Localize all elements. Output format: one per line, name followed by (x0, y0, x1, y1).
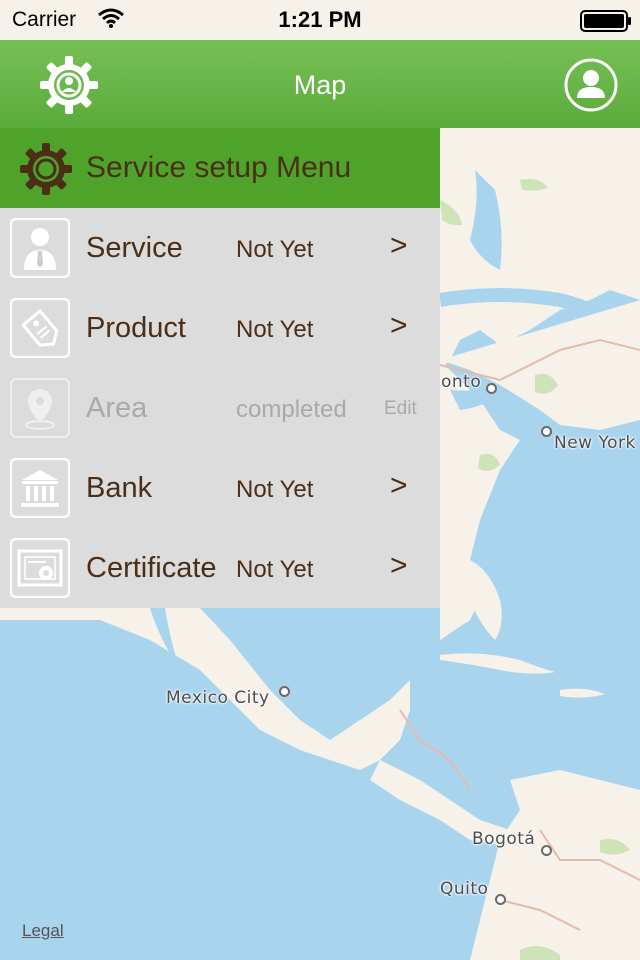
city-marker-new-york[interactable] (541, 426, 552, 437)
chevron-right-icon: > (390, 229, 408, 262)
tag-icon (10, 298, 70, 358)
menu-row-service[interactable]: Service Not Yet > (0, 208, 440, 288)
location-pin-icon (10, 378, 70, 438)
chevron-right-icon: > (390, 549, 408, 582)
city-label-toronto: onto (441, 372, 482, 392)
service-setup-menu: Service setup Menu Service Not Yet > Pro… (0, 128, 440, 608)
city-label-bogota: Bogotá (472, 829, 536, 849)
city-marker-mexico-city[interactable] (279, 686, 290, 697)
row-status: Not Yet (236, 316, 314, 343)
row-label: Certificate (86, 552, 217, 584)
edit-button[interactable]: Edit (384, 398, 417, 420)
city-label-mexico-city: Mexico City (166, 688, 270, 708)
menu-row-bank[interactable]: Bank Not Yet > (0, 448, 440, 528)
legal-link[interactable]: Legal (22, 921, 64, 941)
row-status: Not Yet (236, 236, 314, 263)
battery-icon (580, 10, 631, 32)
city-marker-quito[interactable] (495, 894, 506, 905)
row-label: Product (86, 312, 186, 344)
menu-row-area[interactable]: Area completed Edit (0, 368, 440, 448)
chevron-right-icon: > (390, 309, 408, 342)
menu-row-certificate[interactable]: Certificate Not Yet > (0, 528, 440, 608)
certificate-icon (10, 538, 70, 598)
chevron-right-icon: > (390, 469, 408, 502)
row-label: Bank (86, 472, 153, 504)
row-status: Not Yet (236, 476, 314, 503)
menu-header: Service setup Menu (0, 128, 440, 208)
row-label: Service (86, 232, 183, 264)
status-bar: Carrier 1:21 PM (0, 0, 640, 40)
city-label-new-york: New York (554, 433, 636, 453)
city-label-quito: Quito (440, 879, 489, 899)
menu-header-title: Service setup Menu (86, 151, 352, 184)
nav-bar: Map (0, 40, 640, 128)
gear-icon (20, 143, 72, 195)
row-status: Not Yet (236, 556, 314, 583)
city-marker-bogota[interactable] (541, 845, 552, 856)
user-profile-icon (564, 58, 618, 112)
profile-button[interactable] (562, 56, 620, 114)
nav-title: Map (293, 70, 347, 100)
person-icon (10, 218, 70, 278)
row-status: completed (236, 396, 347, 423)
row-label: Area (86, 392, 148, 424)
bank-icon (10, 458, 70, 518)
menu-row-product[interactable]: Product Not Yet > (0, 288, 440, 368)
clock-label: 1:21 PM (278, 7, 362, 32)
city-marker-toronto[interactable] (486, 383, 497, 394)
